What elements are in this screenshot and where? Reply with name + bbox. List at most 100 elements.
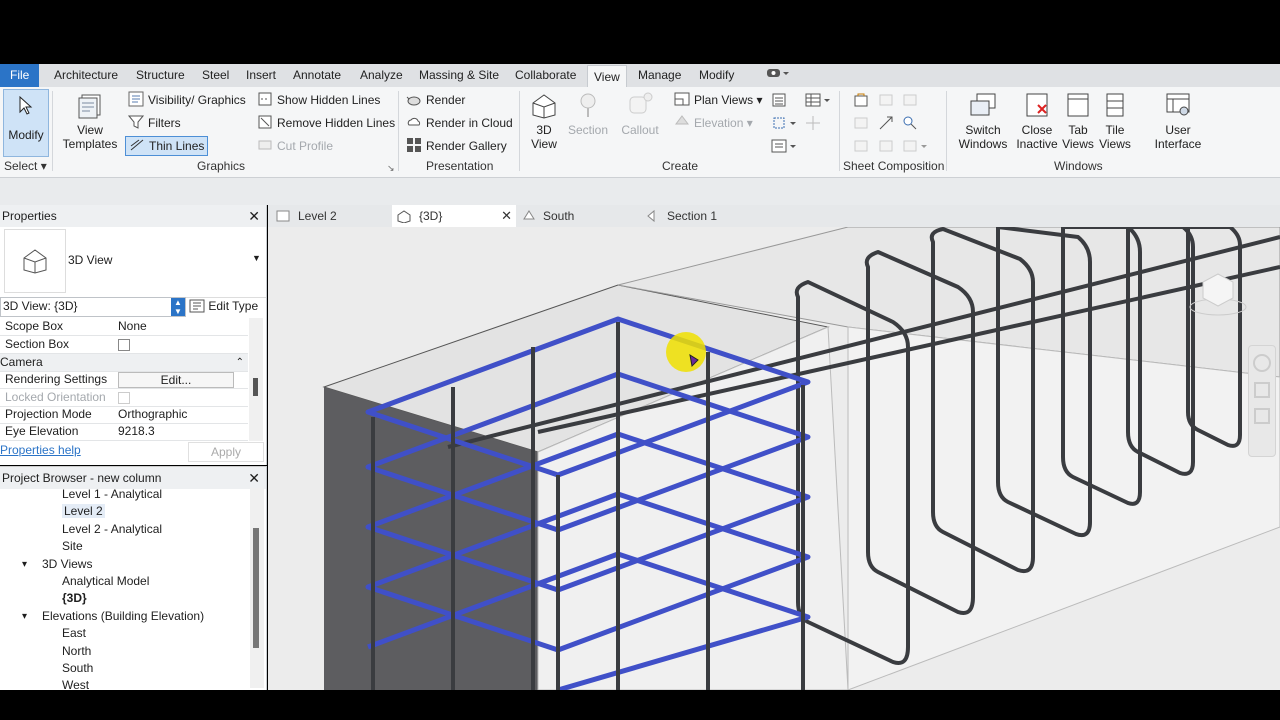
tab-collaborate[interactable]: Collaborate xyxy=(513,64,578,87)
modify-button[interactable]: Modify xyxy=(3,89,49,157)
schedules-icon[interactable] xyxy=(805,92,831,111)
separator xyxy=(398,91,399,171)
property-row[interactable]: Projection Mode Orthographic xyxy=(0,406,248,424)
tree-item[interactable]: East xyxy=(62,625,86,642)
tab-analyze[interactable]: Analyze xyxy=(358,64,405,87)
edit-type-button[interactable]: Edit Type xyxy=(189,297,258,315)
camera-group-header[interactable]: Camera ⌃ xyxy=(0,354,248,372)
property-row[interactable]: Rendering Settings Edit... xyxy=(0,371,248,389)
3d-viewport[interactable] xyxy=(268,227,1280,690)
3d-view-button[interactable]: 3D View xyxy=(527,91,561,151)
properties-scrollbar[interactable] xyxy=(249,318,263,441)
property-row[interactable]: Section Box xyxy=(0,336,248,354)
user-interface-button[interactable]: User Interface xyxy=(1148,91,1208,151)
tile-views-button[interactable]: Tile Views xyxy=(1098,91,1132,151)
tab-file[interactable]: File xyxy=(0,64,40,87)
tree-item[interactable]: ▾ Elevations (Building Elevation) xyxy=(22,608,204,625)
revisions-icon[interactable] xyxy=(853,138,869,157)
tree-item[interactable]: ▾ 3D Views xyxy=(22,556,92,573)
tab-insert[interactable]: Insert xyxy=(244,64,278,87)
steering-wheel-icon[interactable] xyxy=(1253,354,1271,372)
show-hidden-lines-button[interactable]: Show Hidden Lines xyxy=(257,90,380,110)
scrollbar-thumb[interactable] xyxy=(253,378,258,396)
close-icon[interactable]: ✕ xyxy=(248,467,260,489)
drafting-view-icon[interactable] xyxy=(771,138,797,157)
section-box-checkbox[interactable] xyxy=(118,339,130,351)
property-value: Orthographic xyxy=(118,407,188,421)
browser-scrollbar[interactable] xyxy=(250,488,264,688)
placeholder-sheet-icon[interactable] xyxy=(878,92,894,111)
tab-massing-site[interactable]: Massing & Site xyxy=(417,64,501,87)
edit-rendering-button[interactable]: Edit... xyxy=(118,372,234,388)
viewcube[interactable] xyxy=(1188,267,1248,317)
contextual-toggle-icon[interactable] xyxy=(764,64,792,87)
dialog-launcher-icon[interactable]: ↘ xyxy=(387,163,395,174)
tab-view[interactable]: View xyxy=(587,65,627,88)
tab-level-2[interactable]: Level 2 xyxy=(272,205,392,227)
section-button[interactable]: Section xyxy=(566,91,610,137)
zoom-icon[interactable] xyxy=(1254,382,1270,398)
elevation-button[interactable]: Elevation ▾ xyxy=(674,113,753,133)
instance-filter-dropdown[interactable]: 3D View: {3D} ▲ ▼ xyxy=(0,297,186,317)
tab-views-button[interactable]: Tab Views xyxy=(1061,91,1095,151)
tab-section-1[interactable]: Section 1 xyxy=(642,205,766,227)
tab-3d[interactable]: {3D} ✕ xyxy=(392,205,516,227)
modify-label: Modify xyxy=(8,128,44,142)
scrollbar-thumb[interactable] xyxy=(253,528,259,648)
tree-item[interactable]: {3D} xyxy=(62,590,87,607)
render-button[interactable]: Render xyxy=(406,90,465,110)
tree-item[interactable]: Level 1 - Analytical xyxy=(62,486,162,503)
plan-icon xyxy=(276,210,290,222)
switch-windows-button[interactable]: Switch Windows xyxy=(955,91,1011,151)
sheet-dropdown-icon[interactable] xyxy=(902,138,928,157)
thin-lines-button[interactable]: Thin Lines xyxy=(125,136,209,156)
tree-item[interactable]: Analytical Model xyxy=(62,573,149,590)
tab-manage[interactable]: Manage xyxy=(636,64,683,87)
legend-icon[interactable] xyxy=(805,115,821,134)
remove-hidden-lines-button[interactable]: Remove Hidden Lines xyxy=(257,113,395,133)
matchline-icon[interactable] xyxy=(878,115,894,134)
view-reference-icon[interactable] xyxy=(902,115,918,134)
section-icon xyxy=(647,209,655,223)
windows-group-label: Windows xyxy=(1054,159,1103,173)
expand-toggle-icon[interactable]: ▾ xyxy=(22,608,27,625)
tree-item[interactable]: South xyxy=(62,660,93,677)
tab-architecture[interactable]: Architecture xyxy=(52,64,120,87)
tab-structure[interactable]: Structure xyxy=(134,64,187,87)
duplicate-view-icon[interactable] xyxy=(771,92,787,111)
tree-item[interactable]: Level 2 xyxy=(62,503,105,520)
apply-button[interactable]: Apply xyxy=(188,442,264,462)
visibility-graphics-button[interactable]: Visibility/ Graphics xyxy=(128,90,246,110)
tab-annotate[interactable]: Annotate xyxy=(291,64,343,87)
expand-toggle-icon[interactable]: ▾ xyxy=(22,556,27,573)
tab-south[interactable]: South xyxy=(518,205,642,227)
tab-steel[interactable]: Steel xyxy=(200,64,231,87)
title-block-icon[interactable] xyxy=(902,92,918,111)
tree-item[interactable]: Site xyxy=(62,538,83,555)
render-cloud-button[interactable]: Render in Cloud xyxy=(406,113,513,133)
property-row[interactable]: Scope Box None xyxy=(0,318,248,336)
tree-item[interactable]: North xyxy=(62,643,91,660)
filters-button[interactable]: Filters xyxy=(128,113,181,133)
cut-profile-button[interactable]: Cut Profile xyxy=(257,136,333,156)
tree-item[interactable]: Level 2 - Analytical xyxy=(62,521,162,538)
close-icon[interactable]: ✕ xyxy=(248,205,260,227)
properties-help-link[interactable]: Properties help xyxy=(0,443,81,457)
type-selector[interactable]: 3D View ▼ xyxy=(0,227,266,298)
pan-icon[interactable] xyxy=(1254,408,1270,424)
viewports-icon[interactable] xyxy=(878,138,894,157)
close-inactive-button[interactable]: Close Inactive xyxy=(1014,91,1060,151)
sheet-icon[interactable] xyxy=(853,92,869,111)
view-templates-button[interactable]: View Templates xyxy=(62,91,118,151)
callout-button[interactable]: Callout xyxy=(615,91,665,137)
tab-modify[interactable]: Modify xyxy=(697,64,736,87)
navigation-bar[interactable] xyxy=(1248,345,1276,457)
close-icon[interactable]: ✕ xyxy=(501,205,512,227)
select-dropdown[interactable]: Select ▾ xyxy=(4,159,47,173)
scope-box-icon[interactable] xyxy=(771,115,797,134)
plan-views-button[interactable]: Plan Views ▾ xyxy=(674,90,763,110)
render-gallery-button[interactable]: Render Gallery xyxy=(406,136,507,156)
guide-grid-icon[interactable] xyxy=(853,115,869,134)
property-row[interactable]: Eye Elevation 9218.3 xyxy=(0,423,248,441)
tree-item[interactable]: West xyxy=(62,677,89,690)
